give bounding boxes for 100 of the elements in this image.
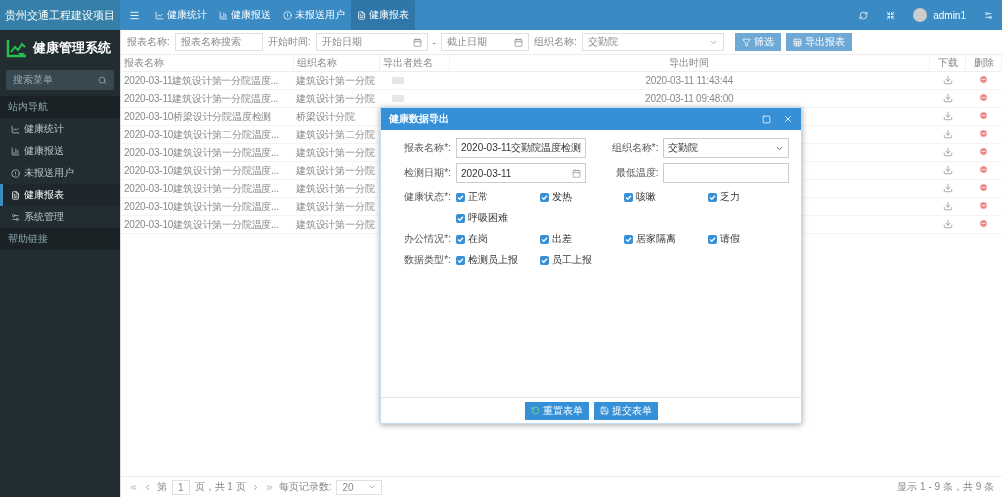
delete-icon[interactable] <box>979 147 988 156</box>
last-page-icon[interactable] <box>264 482 274 492</box>
table-cell: 建筑设计第二分院 <box>296 128 375 140</box>
maximize-icon[interactable] <box>762 114 771 124</box>
date-field[interactable]: 2020-03-11 <box>456 163 587 183</box>
download-icon[interactable] <box>942 110 953 121</box>
delete-icon[interactable] <box>979 201 988 210</box>
prev-page-icon[interactable] <box>143 482 152 492</box>
select-field[interactable]: 交勤院 <box>663 138 789 158</box>
checkbox[interactable] <box>540 234 549 244</box>
menu-icon[interactable] <box>129 9 140 21</box>
menu-search-field[interactable]: 搜索菜单 <box>6 70 114 90</box>
checkbox[interactable] <box>456 213 465 223</box>
export-button[interactable]: 导出报表 <box>785 33 852 51</box>
dialog-title: 健康数据导出 <box>389 112 449 126</box>
field-label: 检测日期*: <box>403 166 452 180</box>
column-header: 下载 <box>937 57 958 68</box>
download-icon[interactable] <box>942 146 953 157</box>
option-label: 咳嗽 <box>636 190 656 204</box>
column-header: 报表名称 <box>124 57 164 68</box>
shrink-icon[interactable] <box>886 10 896 20</box>
checkbox[interactable] <box>540 192 549 202</box>
report-name-field[interactable]: 报表名称搜索 <box>174 33 263 51</box>
input-field[interactable]: 2020-03-11交勤院温度检测 <box>456 138 587 158</box>
delete-icon[interactable] <box>979 75 988 84</box>
nav-tab[interactable]: 健康报表 <box>351 0 415 30</box>
field-label: 报表名称*: <box>403 141 452 155</box>
table-cell: 2020-03-11建筑设计第一分院温度... <box>124 74 279 86</box>
table-icon <box>792 37 802 47</box>
download-icon[interactable] <box>942 92 953 103</box>
table-cell: 建筑设计第一分院 <box>296 200 375 212</box>
field-label: 最低温度: <box>614 166 660 180</box>
avatar[interactable] <box>913 8 928 22</box>
filter-label: 开始时间: <box>267 35 311 49</box>
checkbox[interactable] <box>540 255 549 265</box>
delete-icon[interactable] <box>979 165 988 174</box>
checkbox[interactable] <box>456 192 465 202</box>
alert-icon <box>283 10 292 20</box>
download-icon[interactable] <box>942 128 953 139</box>
delete-icon[interactable] <box>979 93 988 102</box>
delete-icon[interactable] <box>979 129 988 138</box>
end-date-field[interactable]: 截止日期 <box>440 33 529 51</box>
sidebar-item[interactable]: 健康报送 <box>0 140 120 162</box>
table-cell: 2020-03-10建筑设计第一分院温度... <box>124 146 279 158</box>
checkbox[interactable] <box>708 234 717 244</box>
per-page-select[interactable]: 20 <box>336 479 383 495</box>
delete-icon[interactable] <box>979 183 988 192</box>
per-page-label: 每页记录数: <box>278 480 332 494</box>
filter-button[interactable]: 筛选 <box>734 33 781 51</box>
download-icon[interactable] <box>942 218 953 229</box>
sidebar-item[interactable]: 健康统计 <box>0 118 120 140</box>
user-name[interactable]: admin1 <box>933 9 966 21</box>
option-label: 请假 <box>720 232 740 246</box>
checkbox[interactable] <box>456 234 465 244</box>
input-field[interactable] <box>663 163 789 183</box>
sidebar-item[interactable]: 健康报表 <box>0 184 120 206</box>
save-icon <box>599 406 609 415</box>
org-select[interactable]: 交勤院 <box>581 33 724 51</box>
undo-icon <box>530 406 540 415</box>
download-icon[interactable] <box>942 200 953 211</box>
checkbox[interactable] <box>624 234 633 244</box>
checkbox[interactable] <box>624 192 633 202</box>
separator-text: - <box>432 36 436 48</box>
sidebar-item[interactable]: 系统管理 <box>0 206 120 228</box>
field-label: 组织名称*: <box>610 141 660 155</box>
reset-button[interactable]: 重置表单 <box>524 401 589 420</box>
line-chart-icon <box>155 10 164 20</box>
table-cell: 2020-03-10建筑设计第一分院温度... <box>124 200 279 212</box>
table-cell: 建筑设计第一分院 <box>296 182 375 194</box>
checkbox[interactable] <box>708 192 717 202</box>
start-date-field[interactable]: 开始日期 <box>315 33 428 51</box>
download-icon[interactable] <box>942 74 953 85</box>
page-label: 第 <box>157 480 167 494</box>
checkbox[interactable] <box>456 255 465 265</box>
table-cell: 2020-03-10建筑设计第一分院温度... <box>124 218 279 230</box>
calendar-icon <box>513 37 523 47</box>
settings-icon[interactable] <box>984 10 993 20</box>
nav-tab[interactable]: 未报送用户 <box>277 0 351 30</box>
download-icon[interactable] <box>942 164 953 175</box>
alert-icon <box>11 168 20 178</box>
submit-button[interactable]: 提交表单 <box>593 401 658 420</box>
close-icon[interactable] <box>783 114 793 124</box>
nav-tab[interactable]: 健康统计 <box>149 0 213 30</box>
filter-label: 报表名称: <box>127 35 170 49</box>
refresh-icon[interactable] <box>859 10 869 20</box>
download-icon[interactable] <box>942 182 953 193</box>
table-cell: 建筑设计第一分院 <box>296 164 375 176</box>
first-page-icon[interactable] <box>129 482 138 492</box>
bar-chart-icon <box>11 146 20 156</box>
table-cell: 2020-03-10建筑设计第一分院温度... <box>124 164 279 176</box>
bar-chart-icon <box>219 10 228 20</box>
column-header: 删除 <box>973 57 994 68</box>
sidebar-item[interactable]: 未报送用户 <box>0 162 120 184</box>
table-cell: 2020-03-11 09:48:00 <box>645 93 734 104</box>
record-summary: 显示 1 - 9 条，共 9 条 <box>897 480 994 494</box>
delete-icon[interactable] <box>979 111 988 120</box>
nav-tab[interactable]: 健康报送 <box>213 0 277 30</box>
option-label: 出差 <box>552 232 572 246</box>
delete-icon[interactable] <box>979 219 988 228</box>
page-field[interactable]: 1 <box>172 479 190 495</box>
